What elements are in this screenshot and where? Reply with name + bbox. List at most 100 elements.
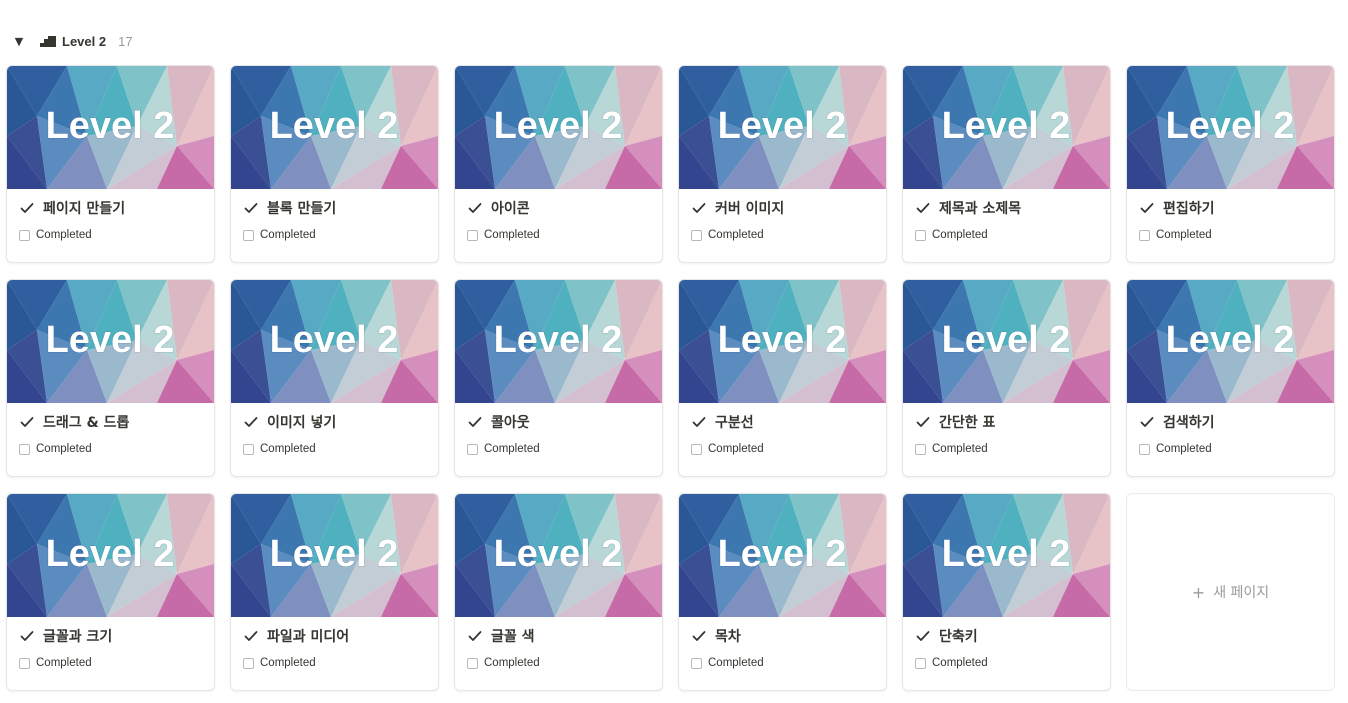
gallery-card[interactable]: Level 2 제목과 소제목 Completed (902, 65, 1111, 263)
gallery-card[interactable]: Level 2 목차 Completed (678, 493, 887, 691)
card-title: 검색하기 (1163, 415, 1215, 431)
cover-image: Level 2 (231, 494, 438, 617)
svg-text:Level 2: Level 2 (942, 319, 1071, 361)
checkmark-icon (916, 631, 930, 641)
gallery-card[interactable]: Level 2 블록 만들기 Completed (230, 65, 439, 263)
gallery-card[interactable]: Level 2 글꼴 색 Completed (454, 493, 663, 691)
cover-image: Level 2 (455, 66, 662, 189)
completed-label: Completed (260, 229, 316, 241)
new-page-button[interactable]: + 새 페이지 (1126, 493, 1335, 691)
group-header: ▼ Level 2 17 (12, 32, 133, 50)
gallery-card[interactable]: Level 2 드래그 & 드롭 Completed (6, 279, 215, 477)
cover-art: Level 2 (903, 66, 1110, 189)
svg-text:Level 2: Level 2 (270, 105, 399, 147)
gallery-card[interactable]: Level 2 페이지 만들기 Completed (6, 65, 215, 263)
triangle-down-icon[interactable]: ▼ (12, 35, 26, 48)
cover-art: Level 2 (1127, 66, 1334, 189)
completed-property: Completed (679, 437, 886, 455)
completed-label: Completed (484, 657, 540, 669)
gallery-card[interactable]: Level 2 검색하기 Completed (1126, 279, 1335, 477)
cover-image: Level 2 (231, 66, 438, 189)
card-title: 구분선 (715, 415, 754, 431)
gallery-card[interactable]: Level 2 파일과 미디어 Completed (230, 493, 439, 691)
card-title: 페이지 만들기 (43, 201, 126, 217)
gallery-card[interactable]: Level 2 커버 이미지 Completed (678, 65, 887, 263)
card-title-row: 편집하기 (1127, 189, 1334, 223)
completed-checkbox[interactable] (1139, 229, 1150, 241)
checkmark-icon (916, 203, 930, 213)
gallery-card[interactable]: Level 2 이미지 넣기 Completed (230, 279, 439, 477)
completed-checkbox[interactable] (19, 443, 30, 455)
completed-checkbox[interactable] (691, 657, 702, 669)
cover-image: Level 2 (679, 494, 886, 617)
completed-checkbox[interactable] (243, 443, 254, 455)
gallery-card[interactable]: Level 2 글꼴과 크기 Completed (6, 493, 215, 691)
completed-checkbox[interactable] (467, 443, 478, 455)
completed-checkbox[interactable] (915, 657, 926, 669)
cover-image: Level 2 (455, 494, 662, 617)
checkmark-icon (468, 417, 482, 427)
gallery-card[interactable]: Level 2 단축키 Completed (902, 493, 1111, 691)
checkmark-icon (244, 203, 258, 213)
completed-property: Completed (903, 223, 1110, 241)
completed-checkbox[interactable] (691, 443, 702, 455)
completed-label: Completed (932, 443, 988, 455)
svg-text:Level 2: Level 2 (1166, 319, 1295, 361)
group-title[interactable]: Level 2 (62, 34, 106, 49)
completed-property: Completed (1127, 223, 1334, 241)
completed-checkbox[interactable] (19, 229, 30, 241)
completed-checkbox[interactable] (243, 229, 254, 241)
cover-image: Level 2 (455, 280, 662, 403)
completed-checkbox[interactable] (1139, 443, 1150, 455)
cover-image: Level 2 (1127, 280, 1334, 403)
cover-art: Level 2 (455, 494, 662, 617)
svg-text:Level 2: Level 2 (494, 533, 623, 575)
checkmark-icon (1140, 417, 1154, 427)
card-title-row: 커버 이미지 (679, 189, 886, 223)
cover-image: Level 2 (679, 66, 886, 189)
checkmark-icon (916, 417, 930, 427)
cover-art: Level 2 (903, 280, 1110, 403)
completed-label: Completed (708, 229, 764, 241)
completed-label: Completed (36, 657, 92, 669)
gallery-grid: Level 2 페이지 만들기 Completed Level 2 블록 만들기… (6, 65, 1335, 691)
cover-art: Level 2 (231, 66, 438, 189)
completed-label: Completed (484, 443, 540, 455)
completed-checkbox[interactable] (691, 229, 702, 241)
gallery-card[interactable]: Level 2 간단한 표 Completed (902, 279, 1111, 477)
card-title: 제목과 소제목 (939, 201, 1022, 217)
completed-label: Completed (260, 443, 316, 455)
gallery-card[interactable]: Level 2 편집하기 Completed (1126, 65, 1335, 263)
checkmark-icon (20, 631, 34, 641)
checkmark-icon (244, 417, 258, 427)
svg-text:Level 2: Level 2 (46, 533, 175, 575)
gallery-card[interactable]: Level 2 아이콘 Completed (454, 65, 663, 263)
card-title-row: 이미지 넣기 (231, 403, 438, 437)
gallery-card[interactable]: Level 2 구분선 Completed (678, 279, 887, 477)
completed-checkbox[interactable] (915, 229, 926, 241)
card-title: 커버 이미지 (715, 201, 785, 217)
checkmark-icon (244, 631, 258, 641)
completed-checkbox[interactable] (467, 229, 478, 241)
card-title-row: 구분선 (679, 403, 886, 437)
completed-label: Completed (484, 229, 540, 241)
completed-checkbox[interactable] (243, 657, 254, 669)
card-title: 글꼴 색 (491, 629, 535, 645)
completed-label: Completed (932, 229, 988, 241)
cover-art: Level 2 (1127, 280, 1334, 403)
card-title-row: 드래그 & 드롭 (7, 403, 214, 437)
cover-art: Level 2 (903, 494, 1110, 617)
cover-image: Level 2 (7, 66, 214, 189)
completed-property: Completed (231, 223, 438, 241)
completed-property: Completed (903, 437, 1110, 455)
svg-text:Level 2: Level 2 (46, 319, 175, 361)
completed-property: Completed (1127, 437, 1334, 455)
card-title: 블록 만들기 (267, 201, 337, 217)
completed-checkbox[interactable] (467, 657, 478, 669)
completed-checkbox[interactable] (19, 657, 30, 669)
svg-text:Level 2: Level 2 (718, 533, 847, 575)
completed-checkbox[interactable] (915, 443, 926, 455)
cover-art: Level 2 (231, 494, 438, 617)
card-title-row: 간단한 표 (903, 403, 1110, 437)
gallery-card[interactable]: Level 2 콜아웃 Completed (454, 279, 663, 477)
